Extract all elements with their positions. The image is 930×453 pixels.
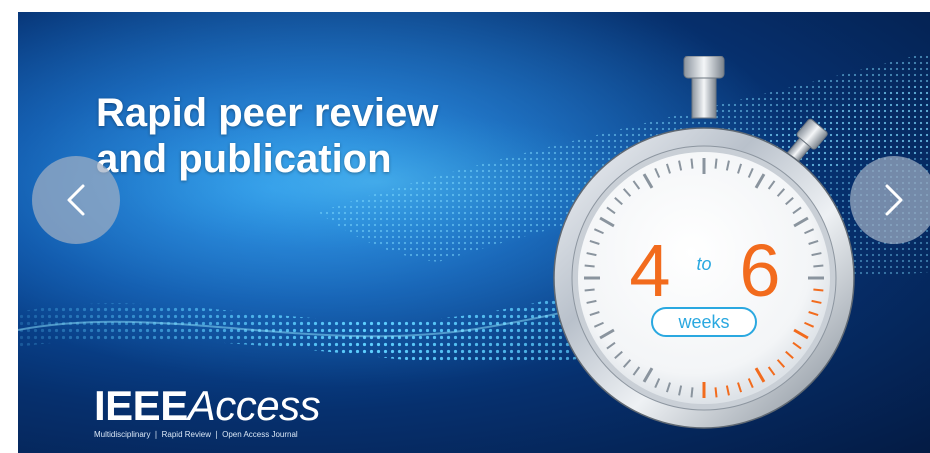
stopwatch-tick <box>813 288 824 292</box>
stopwatch-connector: to <box>696 254 711 274</box>
stopwatch-tick <box>813 264 824 268</box>
headline: Rapid peer review and publication <box>96 90 438 182</box>
stopwatch-tick <box>584 288 595 292</box>
carousel-slide[interactable]: Rapid peer review and publication 4 to 6… <box>18 12 930 453</box>
brand-name-ieee: IEEE <box>94 382 188 429</box>
previous-slide-button[interactable] <box>32 156 120 244</box>
stopwatch-tick <box>690 387 694 398</box>
brand-logo: IEEEAccess Multidisciplinary ❘ Rapid Rev… <box>94 382 321 440</box>
stopwatch-tick <box>714 158 718 169</box>
stopwatch-tick <box>690 158 694 169</box>
headline-line-2: and publication <box>96 137 392 181</box>
stopwatch-tick <box>584 264 595 268</box>
stopwatch-tick <box>714 387 718 398</box>
stopwatch-to-number: 6 <box>739 229 780 312</box>
stopwatch-unit: weeks <box>677 312 729 332</box>
stopwatch-from-number: 4 <box>629 229 670 312</box>
headline-line-1: Rapid peer review <box>96 91 439 135</box>
image-carousel: Rapid peer review and publication 4 to 6… <box>0 0 930 453</box>
chevron-right-icon <box>885 184 903 216</box>
stopwatch-graphic: 4 to 6 weeks <box>553 56 855 429</box>
brand-name: IEEEAccess <box>94 382 321 429</box>
brand-name-access: Access <box>187 382 321 429</box>
next-slide-button[interactable] <box>850 156 930 244</box>
chevron-left-icon <box>67 184 85 216</box>
brand-tagline: Multidisciplinary ❘ Rapid Review ❘ Open … <box>94 430 298 439</box>
